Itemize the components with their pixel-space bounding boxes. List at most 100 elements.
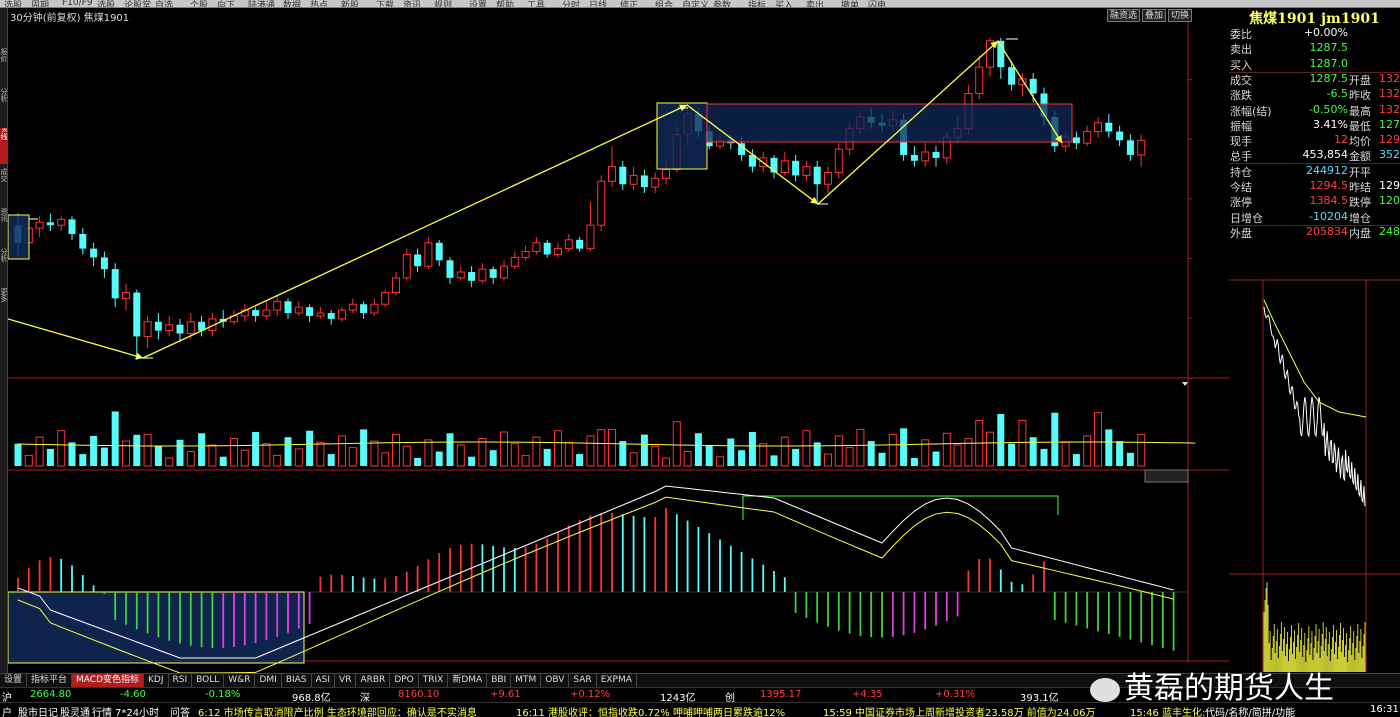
intraday-chart[interactable]: [1229, 252, 1400, 672]
side-tab[interactable]: K线: [0, 128, 8, 164]
toolbar-item[interactable]: 数据: [283, 0, 301, 7]
volume-bar-up: [24, 454, 33, 467]
status-item[interactable]: 股灵通: [60, 704, 90, 717]
toolbar-item[interactable]: 向下: [217, 0, 235, 7]
indicator-tab[interactable]: SAR: [569, 674, 597, 687]
toolbar-item[interactable]: 参数: [713, 0, 731, 7]
indicator-tab[interactable]: OBV: [541, 674, 570, 687]
toolbar-item[interactable]: 选股: [4, 0, 22, 7]
volume-bar-down: [910, 458, 918, 466]
toolbar-item[interactable]: F10/F9: [62, 0, 93, 7]
toolbar-item[interactable]: 自定义: [682, 0, 709, 7]
toolbar-item[interactable]: 指标: [748, 0, 766, 7]
volume-bar-up: [262, 443, 271, 467]
side-tab[interactable]: 资讯: [0, 208, 8, 244]
toolbar-item[interactable]: 工具: [527, 0, 545, 7]
toolbar-item[interactable]: 修正: [620, 0, 638, 7]
indicator-tab[interactable]: KDJ: [144, 674, 169, 687]
side-tab[interactable]: 成交: [0, 168, 8, 204]
toolbar-item[interactable]: 资讯: [403, 0, 421, 7]
indicator-tab[interactable]: MACD变色指标: [72, 674, 145, 687]
indicator-tab[interactable]: 指标平台: [27, 674, 73, 687]
toolbar-item[interactable]: 选股: [97, 0, 115, 7]
candle-body-up: [122, 292, 130, 299]
indicator-tab[interactable]: ARBR: [356, 674, 391, 687]
volume-bar-down: [176, 439, 184, 466]
volume-bar-down: [198, 433, 206, 466]
toolbar-item[interactable]: 规则: [434, 0, 452, 7]
toolbar-item[interactable]: 分时: [562, 0, 580, 7]
indicator-tab[interactable]: BIAS: [282, 674, 312, 687]
side-tab[interactable]: 分析: [0, 88, 8, 124]
volume-bar-down: [770, 455, 778, 466]
status-item[interactable]: 股市日记: [18, 704, 58, 717]
quote-label: 卖出: [1230, 43, 1252, 57]
toolbar-item[interactable]: 陆港通: [248, 0, 275, 7]
chart-button-overlay[interactable]: 叠加: [1142, 9, 1167, 22]
side-tab[interactable]: 分析: [0, 248, 8, 284]
status-item[interactable]: 7*24小时: [115, 704, 159, 717]
indicator-tab[interactable]: DPO: [390, 674, 419, 687]
toolbar-item[interactable]: 论股堂: [124, 0, 151, 7]
toolbar-item[interactable]: 个股: [190, 0, 208, 7]
candle-body-down: [68, 219, 76, 234]
indicator-tab[interactable]: ASI: [312, 674, 336, 687]
toolbar-item[interactable]: 卖出: [806, 0, 824, 7]
indicator-tab[interactable]: DMI: [255, 674, 282, 687]
volume-bar-up: [521, 454, 530, 467]
toolbar-item[interactable]: 日线: [589, 0, 607, 7]
toolbar-item[interactable]: 撤单: [841, 0, 859, 7]
toolbar-item[interactable]: 周期: [31, 0, 49, 7]
side-tab[interactable]: 更多: [0, 288, 8, 324]
indicator-tab[interactable]: EXPMA: [597, 674, 637, 687]
quote-value-2: 2480: [1379, 224, 1400, 238]
volume-bar-down: [997, 414, 1005, 466]
toolbar-item[interactable]: 新股: [341, 0, 359, 7]
candle-body-down: [792, 160, 800, 176]
indicator-tab[interactable]: VR: [335, 674, 357, 687]
volume-bar-down: [468, 456, 476, 466]
indicator-tab[interactable]: MTM: [511, 674, 542, 687]
candle-body-down: [1029, 78, 1037, 94]
quote-row: 涨跌 -6.5昨收 1320: [1229, 87, 1400, 103]
toolbar-item[interactable]: 买入: [775, 0, 793, 7]
candle-body-up: [510, 256, 519, 267]
toolbar-item[interactable]: 帮助: [496, 0, 514, 7]
indicator-tab[interactable]: BOLL: [192, 674, 225, 687]
volume-bar-down: [252, 432, 260, 466]
toolbar-item[interactable]: 闪电: [868, 0, 886, 7]
indicator-tab[interactable]: BBI: [487, 674, 512, 687]
indicator-tab[interactable]: 新DMA: [448, 674, 488, 687]
indicator-tab[interactable]: RSI: [169, 674, 193, 687]
volume-bar-up: [143, 434, 152, 467]
candle-body-up: [294, 306, 303, 314]
indicator-help-button[interactable]: [1144, 469, 1189, 483]
status-item[interactable]: 16:11 港股收评：恒指收跌0.72% 呷哺呷哺两日累跌逾12%: [516, 704, 785, 717]
status-item[interactable]: 问答: [170, 704, 190, 717]
volume-bar-down: [619, 441, 627, 466]
side-tab-strip: 报价 分析 K线 成交 资讯 分析 更多: [0, 8, 8, 673]
main-chart-area[interactable]: [8, 8, 1229, 673]
toolbar-item[interactable]: 组合: [655, 0, 673, 7]
toolbar-item[interactable]: 热点: [310, 0, 328, 7]
candle-body-up: [57, 218, 66, 226]
toolbar-item[interactable]: 下载: [376, 0, 394, 7]
quote-label-2: 金额: [1349, 150, 1371, 164]
chart-button-switch[interactable]: 切换: [1168, 9, 1193, 22]
status-item[interactable]: 16:31:: [1370, 704, 1400, 715]
indicator-tab[interactable]: 设置: [0, 674, 28, 687]
toolbar-item[interactable]: 设置: [469, 0, 487, 7]
status-item[interactable]: 行情: [92, 704, 112, 717]
indicator-tab[interactable]: TRIX: [419, 674, 449, 687]
status-item[interactable]: 15:59 中国证券市场上周新增投资者23.58万 前值为24.06万: [823, 704, 1095, 717]
chart-button-rongzi[interactable]: 融资选: [1107, 9, 1141, 22]
index-ticker-item: 1395.17: [760, 689, 802, 700]
volume-bar-up: [532, 436, 541, 467]
volume-bar-up: [845, 447, 854, 467]
toolbar-item[interactable]: 自选: [155, 0, 173, 7]
status-item[interactable]: 6:12 市场传言取消限产比例 生态环境部回应：确认是不实消息: [198, 704, 477, 717]
quote-row: 总手 453,854金额 352.6: [1229, 148, 1400, 165]
side-tab[interactable]: 报价: [0, 48, 8, 84]
status-item[interactable]: 户: [2, 704, 12, 717]
indicator-tab[interactable]: W&R: [224, 674, 256, 687]
